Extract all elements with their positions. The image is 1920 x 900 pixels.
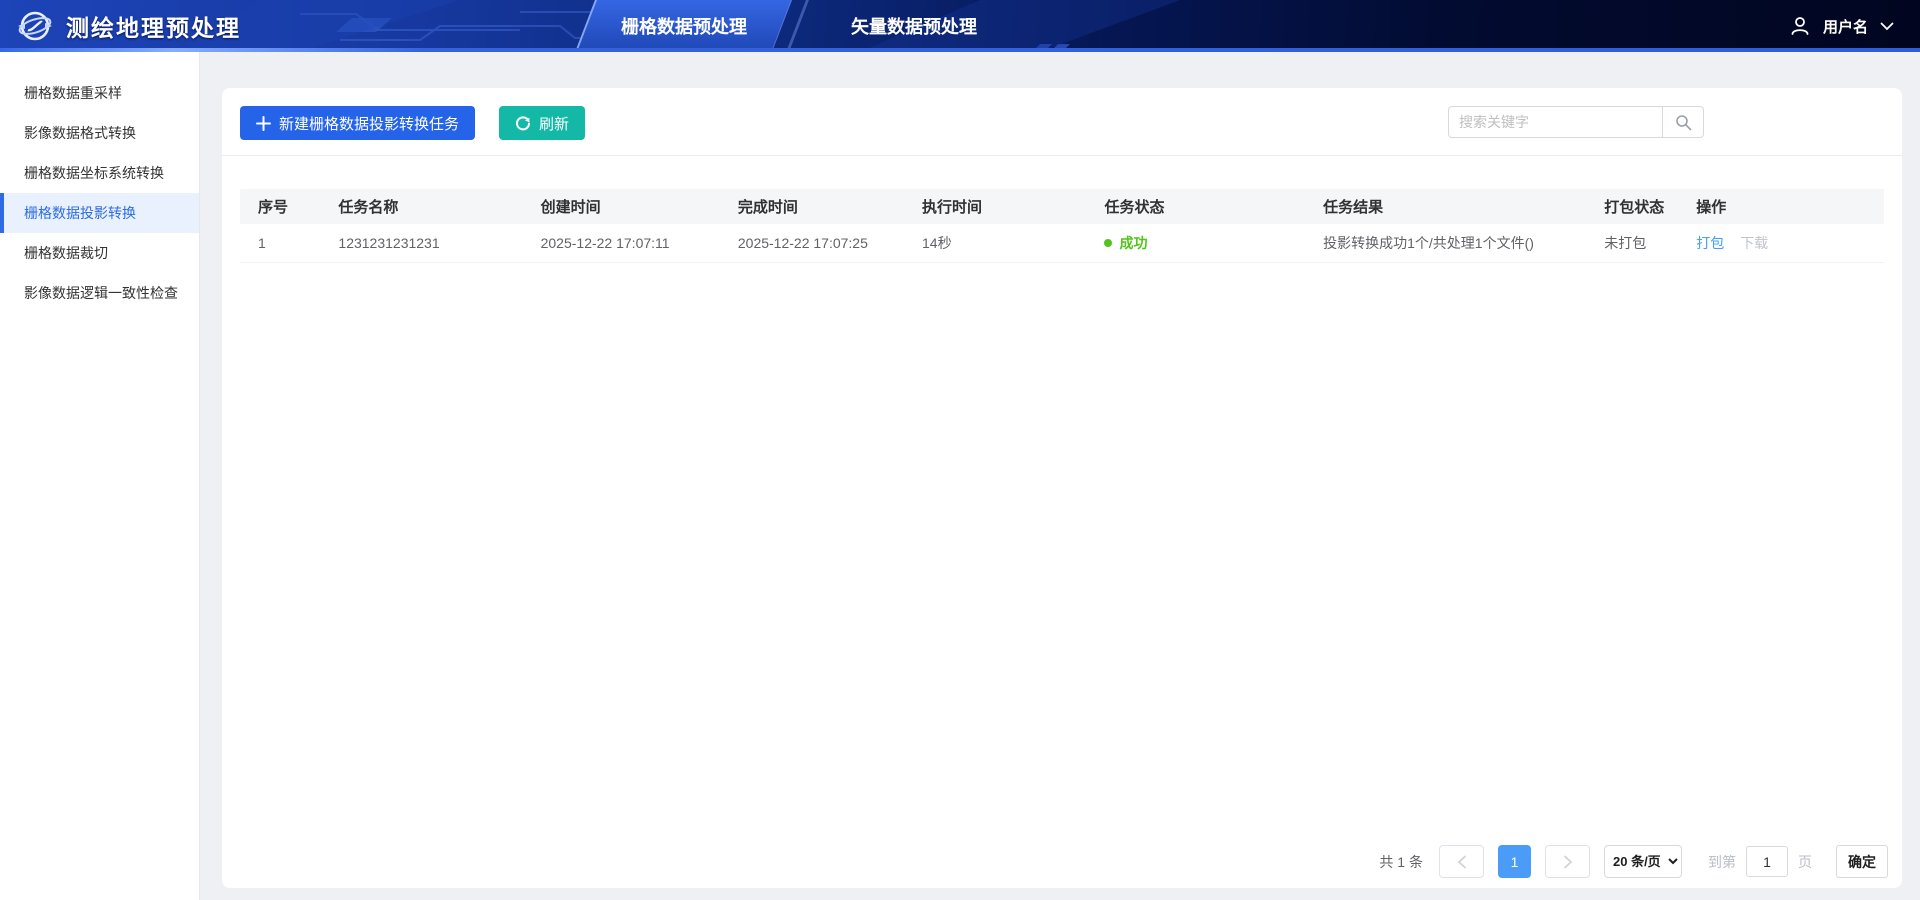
- col-finished-at: 完成时间: [730, 189, 914, 224]
- goto-page-input[interactable]: [1746, 846, 1788, 877]
- user-menu[interactable]: 用户名: [1789, 0, 1894, 52]
- tab-label: 矢量数据预处理: [851, 13, 977, 39]
- sidebar-item-raster-clip[interactable]: 栅格数据裁切: [0, 233, 199, 273]
- search-icon: [1675, 114, 1692, 131]
- brand: 测绘地理预处理: [0, 7, 241, 45]
- user-icon: [1789, 15, 1811, 37]
- refresh-label: 刷新: [539, 113, 569, 134]
- tab-separator: [786, 0, 809, 52]
- status-label: 成功: [1119, 233, 1147, 253]
- goto-suffix-label: 页: [1798, 852, 1812, 872]
- sidebar-item-image-format-convert[interactable]: 影像数据格式转换: [0, 113, 199, 153]
- app-title: 测绘地理预处理: [66, 9, 241, 43]
- pagination: 共 1 条 1 20 条/页 到第 页 确定: [1379, 845, 1888, 878]
- prev-page-button[interactable]: [1439, 845, 1484, 878]
- page-size-select[interactable]: 20 条/页: [1604, 845, 1682, 878]
- search-button[interactable]: [1662, 106, 1704, 138]
- chevron-left-icon: [1457, 855, 1467, 869]
- cell-actions: 打包 下载: [1688, 224, 1884, 262]
- cell-package-status: 未打包: [1596, 224, 1688, 262]
- toolbar: 新建栅格数据投影转换任务 刷新: [222, 88, 1902, 156]
- app-header: 测绘地理预处理 栅格数据预处理 矢量数据预处理 用户名: [0, 0, 1920, 52]
- search-group: [1448, 106, 1704, 138]
- new-task-button[interactable]: 新建栅格数据投影转换任务: [240, 106, 475, 140]
- col-duration: 执行时间: [914, 189, 1096, 224]
- search-input[interactable]: [1448, 106, 1662, 138]
- col-index: 序号: [240, 189, 330, 224]
- chevron-down-icon: [1880, 22, 1894, 31]
- sidebar-item-raster-projection-convert[interactable]: 栅格数据投影转换: [0, 193, 199, 233]
- col-result: 任务结果: [1315, 189, 1596, 224]
- page-number-button[interactable]: 1: [1498, 845, 1531, 878]
- col-package-status: 打包状态: [1596, 189, 1688, 224]
- cell-result: 投影转换成功1个/共处理1个文件(): [1315, 224, 1596, 262]
- sidebar-item-raster-coordsys-convert[interactable]: 栅格数据坐标系统转换: [0, 153, 199, 193]
- cell-index: 1: [240, 224, 330, 262]
- goto-prefix-label: 到第: [1708, 852, 1736, 872]
- plus-icon: [256, 116, 271, 131]
- col-created-at: 创建时间: [533, 189, 730, 224]
- col-task-name: 任务名称: [330, 189, 532, 224]
- task-table: 序号 任务名称 创建时间 完成时间 执行时间 任务状态 任务结果 打包状态 操作: [240, 189, 1884, 263]
- main-area: 新建栅格数据投影转换任务 刷新: [200, 52, 1920, 900]
- task-table-wrapper: 序号 任务名称 创建时间 完成时间 执行时间 任务状态 任务结果 打包状态 操作: [222, 156, 1902, 263]
- tab-label: 栅格数据预处理: [621, 13, 747, 39]
- status-dot: [1104, 239, 1112, 247]
- sidebar-item-image-logic-check[interactable]: 影像数据逻辑一致性检查: [0, 273, 199, 313]
- table-row: 1 1231231231231 2025-12-22 17:07:11 2025…: [240, 224, 1884, 262]
- refresh-icon: [515, 115, 531, 131]
- logo-icon: [16, 7, 54, 45]
- tab-vector-preprocessing[interactable]: 矢量数据预处理: [817, 0, 1011, 52]
- goto-confirm-button[interactable]: 确定: [1836, 845, 1888, 878]
- sidebar: 栅格数据重采样 影像数据格式转换 栅格数据坐标系统转换 栅格数据投影转换 栅格数…: [0, 52, 200, 900]
- table-header-row: 序号 任务名称 创建时间 完成时间 执行时间 任务状态 任务结果 打包状态 操作: [240, 189, 1884, 224]
- tab-raster-preprocessing[interactable]: 栅格数据预处理: [575, 0, 792, 52]
- total-count-label: 共 1 条: [1379, 852, 1423, 872]
- header-accent-line: [0, 48, 1920, 52]
- col-actions: 操作: [1688, 189, 1884, 224]
- package-link[interactable]: 打包: [1696, 235, 1724, 251]
- cell-duration: 14秒: [914, 224, 1096, 262]
- cell-status: 成功: [1096, 224, 1315, 262]
- cell-created-at: 2025-12-22 17:07:11: [533, 224, 730, 262]
- refresh-button[interactable]: 刷新: [499, 106, 585, 140]
- col-status: 任务状态: [1096, 189, 1315, 224]
- sidebar-item-raster-resample[interactable]: 栅格数据重采样: [0, 73, 199, 113]
- username-label: 用户名: [1823, 16, 1868, 37]
- new-task-label: 新建栅格数据投影转换任务: [279, 113, 459, 134]
- content-card: 新建栅格数据投影转换任务 刷新: [222, 88, 1902, 888]
- next-page-button[interactable]: [1545, 845, 1590, 878]
- cell-finished-at: 2025-12-22 17:07:25: [730, 224, 914, 262]
- chevron-right-icon: [1563, 855, 1573, 869]
- cell-task-name: 1231231231231: [330, 224, 532, 262]
- download-link[interactable]: 下载: [1740, 235, 1768, 251]
- top-tabs: 栅格数据预处理 矢量数据预处理: [585, 0, 1011, 52]
